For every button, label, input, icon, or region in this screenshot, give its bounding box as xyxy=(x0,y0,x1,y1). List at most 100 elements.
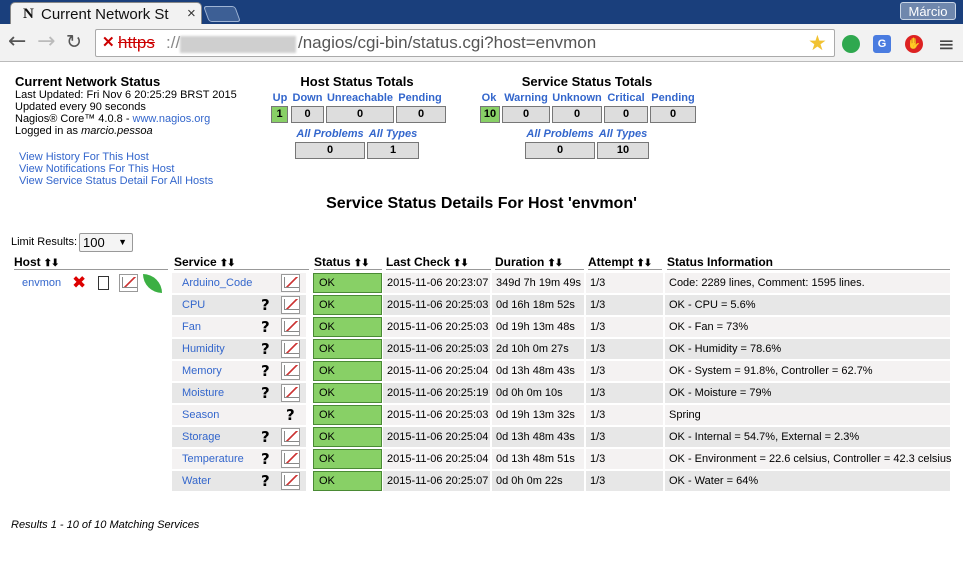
column-duration[interactable]: Duration ⬆⬇ xyxy=(495,254,584,270)
sort-arrows-icon[interactable]: ⬆⬇ xyxy=(354,258,370,269)
host-all-problems-header[interactable]: All Problems xyxy=(295,128,365,140)
service-link[interactable]: Arduino_Code xyxy=(182,273,252,293)
service-cell: CPU ? xyxy=(172,295,306,315)
svc-header-pending[interactable]: Pending xyxy=(650,92,696,104)
column-service[interactable]: Service ⬆⬇ xyxy=(174,254,309,270)
sort-arrows-icon[interactable]: ⬆⬇ xyxy=(44,258,60,269)
view-service-detail-link[interactable]: View Service Status Detail For All Hosts xyxy=(19,175,213,187)
host-up-count[interactable]: 1 xyxy=(271,106,288,123)
host-graph-icon[interactable] xyxy=(119,274,138,292)
svc-types-count[interactable]: 10 xyxy=(597,142,649,159)
service-graph-icon[interactable] xyxy=(281,318,300,336)
service-link[interactable]: Water xyxy=(182,471,211,491)
reload-icon[interactable]: ↻ xyxy=(66,30,82,54)
nagios-link[interactable]: www.nagios.org xyxy=(133,113,211,125)
svc-warning-count[interactable]: 0 xyxy=(502,106,550,123)
svc-ok-count[interactable]: 10 xyxy=(480,106,500,123)
help-question-icon[interactable]: ? xyxy=(261,361,270,382)
status-information-cell: OK - Environment = 22.6 celsius, Control… xyxy=(665,449,951,469)
help-question-icon[interactable]: ? xyxy=(261,295,270,316)
sort-arrows-icon[interactable]: ⬆⬇ xyxy=(547,258,563,269)
host-header-unreachable[interactable]: Unreachable xyxy=(326,92,394,104)
host-pending-count[interactable]: 0 xyxy=(396,106,446,123)
service-graph-icon[interactable] xyxy=(281,340,300,358)
service-link[interactable]: Humidity xyxy=(182,339,225,359)
help-question-icon[interactable]: ? xyxy=(261,339,270,360)
svc-header-unknown[interactable]: Unknown xyxy=(552,92,602,104)
insecure-lock-icon[interactable]: ✕ xyxy=(102,33,115,51)
bookmark-star-icon[interactable]: ★ xyxy=(808,31,827,55)
host-problems-count[interactable]: 0 xyxy=(295,142,365,159)
svc-pending-count[interactable]: 0 xyxy=(650,106,696,123)
column-attempt-label: Attempt xyxy=(588,255,634,269)
column-attempt[interactable]: Attempt ⬆⬇ xyxy=(588,254,662,270)
new-tab-button[interactable] xyxy=(203,6,241,22)
column-status-information: Status Information xyxy=(667,254,950,270)
svc-problems-count[interactable]: 0 xyxy=(525,142,595,159)
browser-tab[interactable]: N Current Network Sta × xyxy=(10,2,202,26)
help-question-icon[interactable]: ? xyxy=(261,317,270,338)
table-row: Moisture ? OK 2015-11-06 20:25:19 0d 0h … xyxy=(172,383,950,404)
forward-icon[interactable]: → xyxy=(37,30,55,54)
service-link[interactable]: CPU xyxy=(182,295,205,315)
host-down-count[interactable]: 0 xyxy=(291,106,324,123)
logged-in: Logged in as marcio.pessoa xyxy=(15,125,237,137)
service-link[interactable]: Temperature xyxy=(182,449,244,469)
disabled-checks-icon[interactable]: ✖ xyxy=(72,273,86,293)
column-host[interactable]: Host ⬆⬇ xyxy=(14,254,168,270)
service-graph-icon[interactable] xyxy=(281,274,300,292)
host-header-pending[interactable]: Pending xyxy=(396,92,444,104)
service-graph-icon[interactable] xyxy=(281,428,300,446)
help-question-icon[interactable]: ? xyxy=(261,427,270,448)
view-history-link[interactable]: View History For This Host xyxy=(19,151,149,163)
column-status[interactable]: Status ⬆⬇ xyxy=(314,254,382,270)
service-graph-icon[interactable] xyxy=(281,296,300,314)
service-link[interactable]: Memory xyxy=(182,361,222,381)
menu-icon[interactable]: ≡ xyxy=(938,32,955,56)
column-last-check[interactable]: Last Check ⬆⬇ xyxy=(386,254,491,270)
service-link[interactable]: Fan xyxy=(182,317,201,337)
host-all-types-header[interactable]: All Types xyxy=(367,128,419,140)
view-notifications-link[interactable]: View Notifications For This Host xyxy=(19,163,174,175)
help-question-icon[interactable]: ? xyxy=(261,471,270,492)
duration-cell: 0d 13h 48m 43s xyxy=(492,427,584,447)
help-question-icon[interactable]: ? xyxy=(286,405,295,426)
tab-title: Current Network Sta xyxy=(41,6,169,23)
service-graph-icon[interactable] xyxy=(281,472,300,490)
host-types-count[interactable]: 1 xyxy=(367,142,419,159)
host-unreachable-count[interactable]: 0 xyxy=(326,106,394,123)
host-document-icon[interactable] xyxy=(98,276,109,290)
svc-all-types-header[interactable]: All Types xyxy=(597,128,649,140)
service-link[interactable]: Season xyxy=(182,405,219,425)
translate-icon[interactable]: G xyxy=(873,35,891,53)
limit-results-select[interactable]: 100 ▼ xyxy=(79,233,133,252)
help-question-icon[interactable]: ? xyxy=(261,383,270,404)
sort-arrows-icon[interactable]: ⬆⬇ xyxy=(220,258,236,269)
service-graph-icon[interactable] xyxy=(281,384,300,402)
host-link[interactable]: envmon xyxy=(22,277,61,289)
extension-leaf-icon[interactable] xyxy=(842,35,860,53)
host-leaf-icon[interactable] xyxy=(143,274,162,293)
svc-unknown-count[interactable]: 0 xyxy=(552,106,602,123)
service-graph-icon[interactable] xyxy=(281,450,300,468)
svc-header-ok[interactable]: Ok xyxy=(478,92,500,104)
help-question-icon[interactable]: ? xyxy=(261,449,270,470)
service-graph-icon[interactable] xyxy=(281,362,300,380)
host-header-down[interactable]: Down xyxy=(291,92,324,104)
service-link[interactable]: Storage xyxy=(182,427,221,447)
stop-extension-icon[interactable]: ✋ xyxy=(905,35,923,53)
svc-all-problems-header[interactable]: All Problems xyxy=(525,128,595,140)
service-cell: Memory ? xyxy=(172,361,306,381)
address-bar[interactable]: ✕ https :// /nagios/cgi-bin/status.cgi?h… xyxy=(95,29,835,57)
dropdown-arrow-icon: ▼ xyxy=(118,237,127,247)
host-header-up[interactable]: Up xyxy=(270,92,290,104)
sort-arrows-icon[interactable]: ⬆⬇ xyxy=(453,258,469,269)
svc-critical-count[interactable]: 0 xyxy=(604,106,648,123)
back-icon[interactable]: ← xyxy=(8,30,26,54)
sort-arrows-icon[interactable]: ⬆⬇ xyxy=(636,258,652,269)
service-link[interactable]: Moisture xyxy=(182,383,224,403)
profile-button[interactable]: Márcio xyxy=(900,2,956,20)
svc-header-critical[interactable]: Critical xyxy=(604,92,648,104)
tab-close-icon[interactable]: × xyxy=(187,5,196,22)
svc-header-warning[interactable]: Warning xyxy=(502,92,550,104)
